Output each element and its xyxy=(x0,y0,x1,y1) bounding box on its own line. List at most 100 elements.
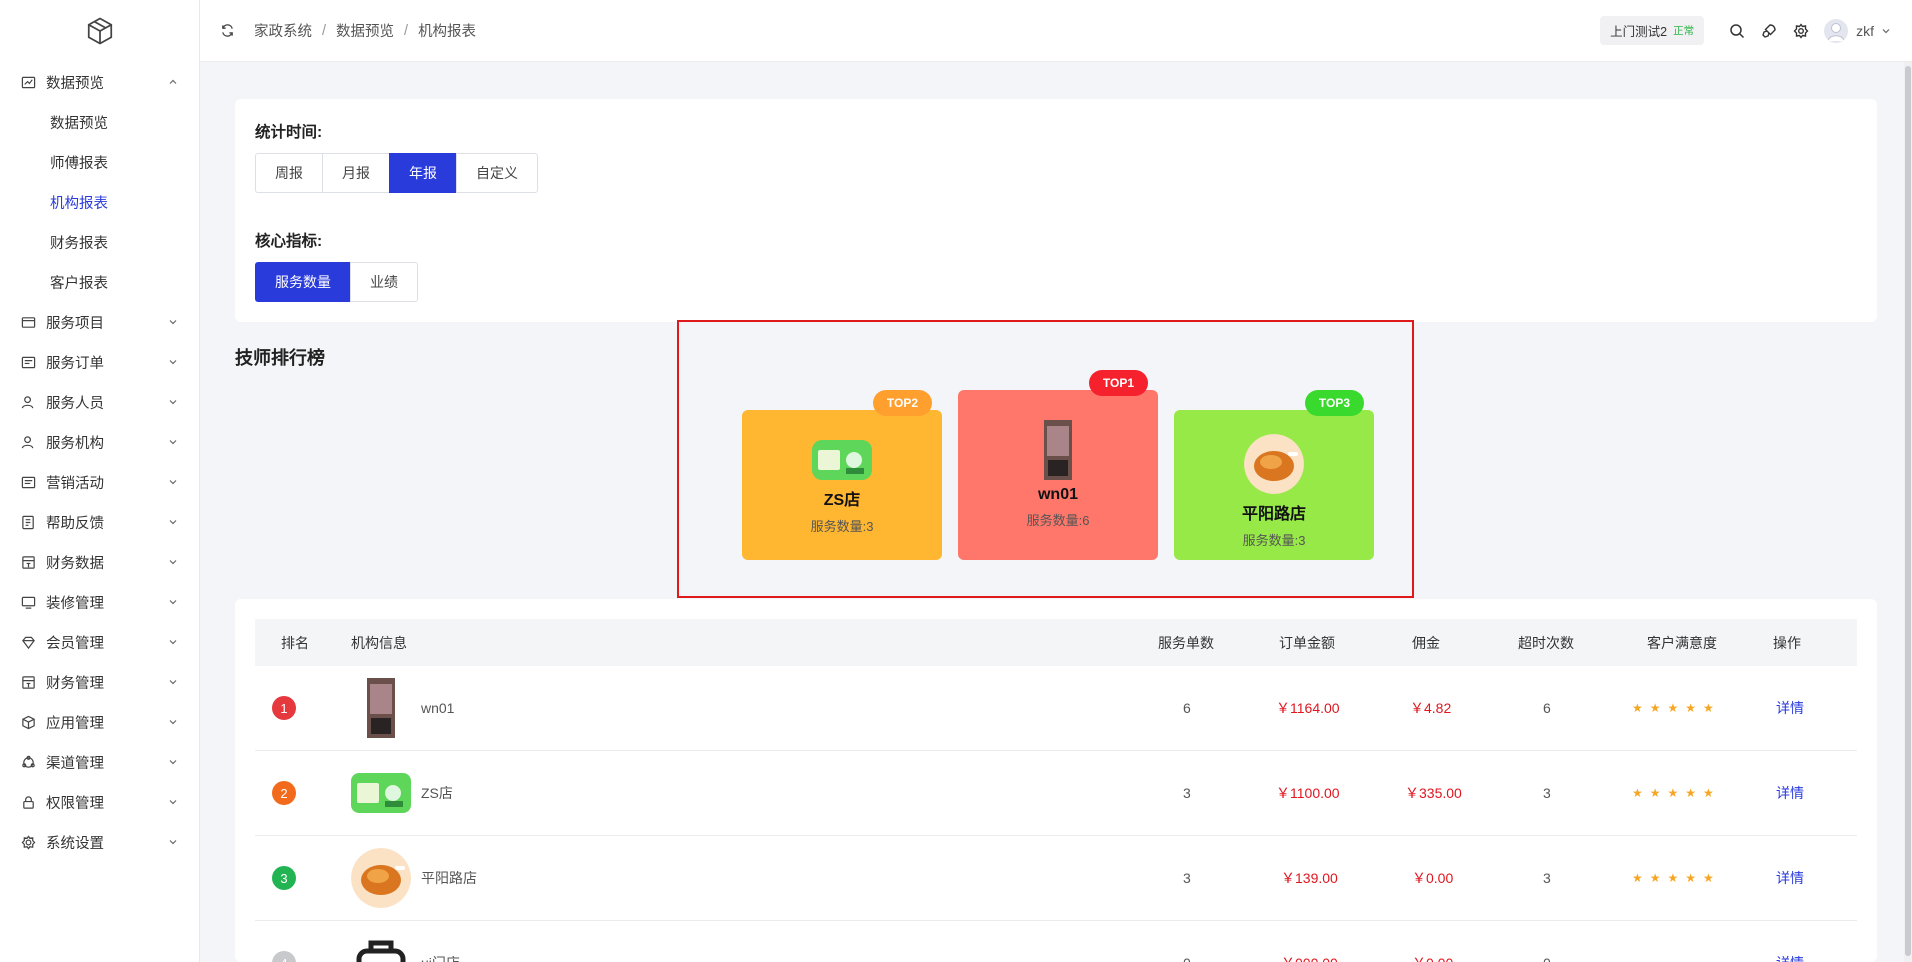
sidebar-subitem-master-report[interactable]: 师傅报表 xyxy=(0,142,199,182)
store-thumbnail xyxy=(351,933,411,962)
podium-card-top1[interactable]: TOP1 wn01 服务数量:6 xyxy=(958,370,1158,560)
diamond-icon xyxy=(20,634,36,650)
chevron-down-icon xyxy=(167,636,179,648)
chevron-down-icon xyxy=(167,396,179,408)
sidebar-item-channels[interactable]: 渠道管理 xyxy=(0,742,199,782)
chevron-down-icon xyxy=(167,756,179,768)
sidebar-item-data-preview[interactable]: 数据预览 xyxy=(0,62,199,102)
store-thumbnail xyxy=(351,848,411,908)
sidebar-item-decoration[interactable]: 装修管理 xyxy=(0,582,199,622)
time-option-year[interactable]: 年报 xyxy=(389,153,457,193)
sidebar-subitem-data-preview[interactable]: 数据预览 xyxy=(0,102,199,142)
podium-card-top3[interactable]: TOP3 平阳路店 服务数量:3 xyxy=(1174,390,1374,560)
time-filter-group: 周报 月报 年报 自定义 xyxy=(255,153,538,193)
sidebar-item-service-items[interactable]: 服务项目 xyxy=(0,302,199,342)
chevron-down-icon xyxy=(167,556,179,568)
podium-stat: 服务数量:3 xyxy=(810,519,874,534)
metric-option-performance[interactable]: 业绩 xyxy=(350,262,418,302)
detail-link[interactable]: 详情 xyxy=(1776,921,1804,962)
chevron-down-icon[interactable] xyxy=(1880,25,1892,37)
table-row: 1 wn01 6 ￥1164.00 ￥4.82 6 ★★★★★ 详情 xyxy=(255,666,1857,751)
shop-status-badge: 正常 xyxy=(1673,25,1695,37)
search-icon[interactable] xyxy=(1728,22,1746,40)
sidebar-subitem-org-report[interactable]: 机构报表 xyxy=(0,182,199,222)
gear-icon[interactable] xyxy=(1792,22,1810,40)
metric-filter-label: 核心指标: xyxy=(255,233,323,250)
sidebar-item-service-orgs[interactable]: 服务机构 xyxy=(0,422,199,462)
refresh-icon[interactable] xyxy=(220,23,236,39)
chevron-down-icon xyxy=(167,356,179,368)
table-row: 3 平阳路店 3 ￥139.00 ￥0.00 3 ★★★★★ 详情 xyxy=(255,836,1857,921)
user-name[interactable]: zkf xyxy=(1856,23,1874,39)
sidebar-item-label: 服务项目 xyxy=(46,315,104,332)
col-action: 操作 xyxy=(1773,634,1801,651)
metric-option-service-count[interactable]: 服务数量 xyxy=(255,262,351,302)
monitor-icon xyxy=(20,594,36,610)
sidebar-item-label: 应用管理 xyxy=(46,715,104,732)
sidebar-item-label: 权限管理 xyxy=(46,795,104,812)
rating-stars: ★★★★★ xyxy=(1632,701,1721,715)
time-option-week[interactable]: 周报 xyxy=(255,153,323,193)
sidebar-item-service-staff[interactable]: 服务人员 xyxy=(0,382,199,422)
podium-name: wn01 xyxy=(1037,486,1078,503)
commission: ￥0.00 xyxy=(1412,921,1453,962)
finance-icon xyxy=(20,674,36,690)
breadcrumb-item-data-preview[interactable]: 数据预览 xyxy=(336,20,394,41)
shop-name: 上门测试2 xyxy=(1610,25,1668,39)
sidebar-item-label: 渠道管理 xyxy=(46,755,104,772)
gear-icon xyxy=(20,834,36,850)
podium-badge: TOP2 xyxy=(872,390,932,416)
sidebar-item-finance-mgmt[interactable]: 财务管理 xyxy=(0,662,199,702)
order-amount: ￥1164.00 xyxy=(1276,700,1340,716)
chevron-down-icon xyxy=(167,676,179,688)
sidebar-subitem-finance-report[interactable]: 财务报表 xyxy=(0,222,199,262)
podium-stat: 服务数量:3 xyxy=(1242,533,1306,548)
sidebar: 数据预览 数据预览 师傅报表 机构报表 财务报表 客户报表 服务项目 服务订单 … xyxy=(0,0,200,962)
rank-badge: 1 xyxy=(272,696,296,720)
timeout-count: 3 xyxy=(1543,785,1551,801)
breadcrumb-separator: / xyxy=(322,22,327,39)
podium-highlight-frame: TOP2 ZS店 服务数量:3 TOP1 wn01 服务数量:6 TOP3 平阳… xyxy=(677,320,1414,598)
store-thumbnail xyxy=(1244,434,1304,494)
breadcrumb-separator: / xyxy=(404,22,409,39)
store-thumbnail xyxy=(1044,420,1072,480)
store-thumbnail xyxy=(351,678,411,738)
sidebar-item-label: 服务订单 xyxy=(46,355,104,372)
shop-switcher[interactable]: 上门测试2 正常 xyxy=(1600,16,1705,45)
ranking-title: 技师排行榜 xyxy=(235,348,325,368)
podium-stat: 服务数量:6 xyxy=(1026,513,1090,528)
sidebar-item-settings[interactable]: 系统设置 xyxy=(0,822,199,862)
sidebar-item-help-feedback[interactable]: 帮助反馈 xyxy=(0,502,199,542)
sidebar-subitem-customer-report[interactable]: 客户报表 xyxy=(0,262,199,302)
detail-link[interactable]: 详情 xyxy=(1776,836,1804,920)
detail-link[interactable]: 详情 xyxy=(1776,751,1804,835)
sidebar-item-finance-data[interactable]: 财务数据 xyxy=(0,542,199,582)
page-scrollbar[interactable] xyxy=(1904,62,1912,962)
detail-link[interactable]: 详情 xyxy=(1776,666,1804,750)
sidebar-item-permissions[interactable]: 权限管理 xyxy=(0,782,199,822)
sidebar-item-apps[interactable]: 应用管理 xyxy=(0,702,199,742)
sidebar-item-service-orders[interactable]: 服务订单 xyxy=(0,342,199,382)
channel-icon xyxy=(20,754,36,770)
store-name: ZS店 xyxy=(421,785,453,801)
sidebar-item-marketing[interactable]: 营销活动 xyxy=(0,462,199,502)
rocket-icon[interactable] xyxy=(1760,22,1778,40)
chevron-up-icon xyxy=(167,76,179,88)
timeout-count: 3 xyxy=(1543,870,1551,886)
sidebar-item-label: 装修管理 xyxy=(46,595,104,612)
logo xyxy=(0,0,199,62)
sidebar-menu: 数据预览 数据预览 师傅报表 机构报表 财务报表 客户报表 服务项目 服务订单 … xyxy=(0,62,199,862)
scrollbar-thumb[interactable] xyxy=(1905,66,1911,956)
breadcrumb-item-home[interactable]: 家政系统 xyxy=(254,20,312,41)
sidebar-item-members[interactable]: 会员管理 xyxy=(0,622,199,662)
store-name: 平阳路店 xyxy=(421,870,477,886)
chevron-down-icon xyxy=(167,476,179,488)
podium-card-top2[interactable]: TOP2 ZS店 服务数量:3 xyxy=(742,390,942,560)
card-icon xyxy=(20,314,36,330)
avatar[interactable] xyxy=(1824,18,1849,43)
chevron-down-icon xyxy=(167,596,179,608)
time-option-month[interactable]: 月报 xyxy=(322,153,390,193)
chart-icon xyxy=(20,74,36,90)
time-option-custom[interactable]: 自定义 xyxy=(456,153,538,193)
filter-panel: 统计时间: 周报 月报 年报 自定义 核心指标: 服务数量 业绩 xyxy=(235,99,1877,322)
